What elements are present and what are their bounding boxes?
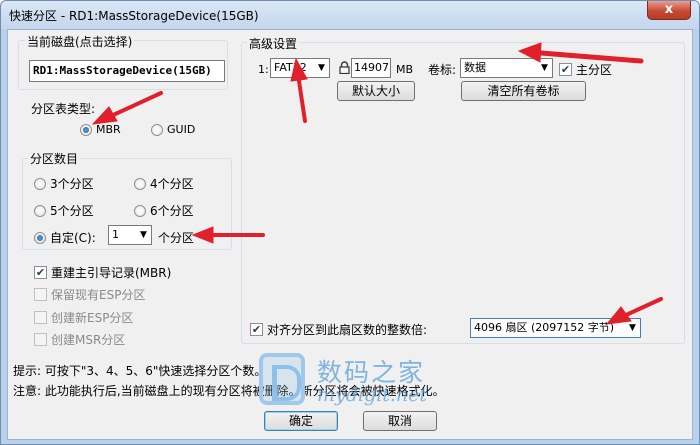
watermark-en: mydigit.net — [317, 384, 428, 406]
align-checkbox[interactable]: ✔ — [250, 323, 263, 336]
chevron-down-icon[interactable]: ▼ — [537, 59, 552, 77]
primary-partition-option[interactable]: ✔ 主分区 — [559, 61, 612, 78]
radio-custom-indicator[interactable] — [34, 231, 46, 244]
partition-row-index: 1: — [258, 63, 269, 76]
rebuild-mbr-label: 重建主引导记录(MBR) — [51, 266, 172, 280]
lock-icon[interactable] — [339, 61, 350, 74]
radio-5-partitions[interactable]: 5个分区 — [34, 202, 94, 219]
align-sector-combo[interactable]: 4096 扇区 (2097152 字节) ▼ — [470, 318, 641, 338]
title-bar[interactable]: 快速分区 - RD1:MassStorageDevice(15GB) x — [1, 1, 699, 29]
disk-group-label: 当前磁盘(点击选择) — [25, 33, 135, 50]
size-input[interactable]: 14907 — [351, 58, 391, 78]
create-msr-option[interactable]: 创建MSR分区 — [34, 331, 125, 348]
close-button[interactable]: x — [647, 1, 691, 20]
radio-4-partitions[interactable]: 4个分区 — [134, 175, 194, 192]
radio-6-indicator[interactable] — [134, 204, 146, 217]
create-esp-checkbox[interactable] — [34, 311, 47, 324]
radio-5-indicator[interactable] — [34, 204, 46, 217]
window-title: 快速分区 - RD1:MassStorageDevice(15GB) — [9, 9, 259, 23]
chevron-down-icon[interactable]: ▼ — [625, 319, 640, 337]
radio-guid-label: GUID — [167, 123, 196, 136]
partition-table-label: 分区表类型: — [31, 102, 96, 116]
radio-mbr-indicator[interactable] — [80, 123, 92, 136]
dialog-window: 快速分区 - RD1:MassStorageDevice(15GB) x 当前磁… — [0, 0, 700, 445]
advanced-group-label: 高级设置 — [247, 35, 300, 52]
radio-6-partitions[interactable]: 6个分区 — [134, 202, 194, 219]
create-msr-checkbox[interactable] — [34, 333, 47, 346]
radio-3-partitions[interactable]: 3个分区 — [34, 175, 94, 192]
align-sector-value: 4096 扇区 (2097152 字节) — [474, 321, 615, 334]
radio-custom[interactable]: 自定(C): — [34, 229, 96, 246]
tip-text: 提示: 可按下"3、4、5、6"快速选择分区个数。 — [13, 364, 267, 378]
keep-esp-label: 保留现有ESP分区 — [51, 288, 146, 302]
keep-esp-checkbox[interactable] — [34, 288, 47, 301]
current-disk-selector[interactable]: RD1:MassStorageDevice(15GB) — [29, 60, 225, 82]
chevron-down-icon[interactable]: ▼ — [314, 59, 329, 77]
radio-guid-indicator[interactable] — [151, 123, 163, 136]
radio-guid[interactable]: GUID — [151, 123, 195, 136]
volume-label-value: 数据 — [464, 61, 486, 74]
radio-6-label: 6个分区 — [150, 204, 194, 218]
align-label: 对齐分区到此扇区数的整数倍: — [267, 323, 428, 337]
watermark: 数码之家 mydigit.net — [259, 353, 449, 417]
custom-count-suffix: 个分区 — [158, 231, 195, 245]
radio-5-label: 5个分区 — [50, 204, 94, 218]
create-esp-label: 创建新ESP分区 — [51, 311, 134, 325]
radio-3-indicator[interactable] — [34, 177, 46, 190]
size-unit: MB — [396, 63, 414, 76]
clear-labels-button[interactable]: 清空所有卷标 — [461, 81, 586, 101]
align-option[interactable]: ✔ 对齐分区到此扇区数的整数倍: — [250, 321, 427, 338]
radio-4-label: 4个分区 — [150, 177, 194, 191]
custom-count-value: 1 — [112, 228, 119, 241]
create-msr-label: 创建MSR分区 — [51, 333, 126, 347]
volume-label-caption: 卷标: — [428, 63, 457, 77]
radio-4-indicator[interactable] — [134, 177, 146, 190]
mydigit-logo-icon — [259, 353, 305, 405]
radio-custom-label: 自定(C): — [50, 231, 96, 245]
chevron-down-icon[interactable]: ▼ — [136, 226, 151, 244]
primary-partition-label: 主分区 — [576, 63, 613, 77]
create-esp-option[interactable]: 创建新ESP分区 — [34, 309, 133, 326]
radio-mbr-label: MBR — [96, 123, 121, 136]
filesystem-value: FAT32 — [274, 61, 307, 74]
radio-mbr[interactable]: MBR — [80, 123, 121, 136]
custom-count-combo[interactable]: 1 ▼ — [108, 225, 152, 245]
volume-label-combo[interactable]: 数据 ▼ — [460, 58, 553, 78]
default-size-button[interactable]: 默认大小 — [337, 81, 415, 101]
primary-partition-checkbox[interactable]: ✔ — [559, 63, 572, 76]
radio-3-label: 3个分区 — [50, 177, 94, 191]
rebuild-mbr-option[interactable]: ✔ 重建主引导记录(MBR) — [34, 264, 171, 281]
keep-esp-option[interactable]: 保留现有ESP分区 — [34, 286, 145, 303]
rebuild-mbr-checkbox[interactable]: ✔ — [34, 266, 47, 279]
partition-count-label: 分区数目 — [28, 150, 81, 167]
filesystem-combo[interactable]: FAT32 ▼ — [270, 58, 330, 78]
